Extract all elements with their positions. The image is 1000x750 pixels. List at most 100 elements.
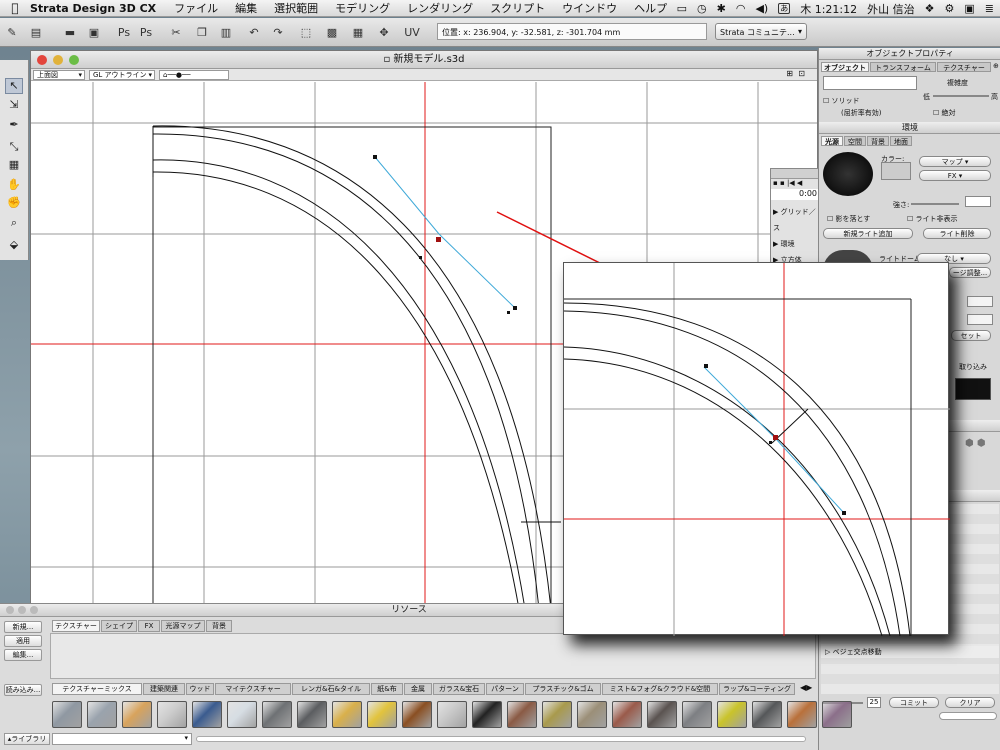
- cube-icon[interactable]: ⬢ ⬢: [965, 438, 986, 449]
- texture-swatch-gold-plate[interactable]: [332, 701, 362, 728]
- pen-tool-icon[interactable]: ✒: [5, 118, 23, 134]
- image-adjust-button[interactable]: ージ調整...: [949, 267, 991, 278]
- value-field-1[interactable]: [967, 296, 993, 307]
- color-swatch[interactable]: [881, 162, 911, 180]
- bluetooth-icon[interactable]: ✱: [717, 2, 726, 15]
- menu-rendering[interactable]: レンダリング: [407, 0, 473, 16]
- grid-toggle-icon[interactable]: ⊡: [798, 69, 805, 78]
- category-glass-gem[interactable]: ガラス&宝石: [433, 683, 485, 695]
- grid-tool-icon[interactable]: ▦: [5, 158, 23, 174]
- delete-light-button[interactable]: ライト削除: [923, 228, 991, 239]
- intensity-slider[interactable]: [911, 203, 959, 205]
- new-button[interactable]: 新規...: [4, 621, 42, 633]
- tab-scroll-icon[interactable]: ◀▶: [800, 683, 812, 692]
- copy-icon[interactable]: ❐: [194, 24, 210, 40]
- menu-modeling[interactable]: モデリング: [335, 0, 390, 16]
- view-toggle-icon[interactable]: ⊞: [786, 69, 793, 78]
- category-wood[interactable]: ウッド: [186, 683, 214, 695]
- texture-swatch-gold[interactable]: [367, 701, 397, 728]
- time-machine-icon[interactable]: ◷: [697, 2, 707, 15]
- tab-background[interactable]: 背景: [867, 136, 889, 146]
- commit-button[interactable]: コミット: [889, 697, 939, 708]
- display-icon[interactable]: ▭: [677, 2, 687, 15]
- input-method-icon[interactable]: あ: [778, 3, 791, 14]
- texture-swatch-dark-cobble[interactable]: [647, 701, 677, 728]
- history-item[interactable]: ▷ ベジェ交点移動: [821, 646, 999, 658]
- close-button[interactable]: [6, 606, 14, 614]
- select-tool-icon[interactable]: ↖: [5, 78, 23, 94]
- texture-swatch-olive-stripes[interactable]: [542, 701, 572, 728]
- texture-swatch-diamond-plate[interactable]: [682, 701, 712, 728]
- volume-icon[interactable]: ◀): [755, 2, 768, 15]
- category-wrap-coating[interactable]: ラップ&コーティング: [719, 683, 795, 695]
- category-plastic-rubber[interactable]: プラスチック&ゴム: [525, 683, 601, 695]
- menu-help[interactable]: ヘルプ: [634, 0, 667, 16]
- bezier-handle-point[interactable]: [373, 155, 377, 159]
- minimize-button[interactable]: [53, 55, 63, 65]
- edit-button[interactable]: 編集...: [4, 649, 42, 661]
- close-button[interactable]: [37, 55, 47, 65]
- apple-icon[interactable]: : [0, 1, 30, 15]
- view-select[interactable]: 上面図 ▾: [33, 70, 85, 80]
- texture-swatch-rust-pattern[interactable]: [402, 701, 432, 728]
- map-select[interactable]: マップ ▾: [919, 156, 991, 167]
- vertex-point[interactable]: [419, 256, 422, 259]
- clear-button[interactable]: クリア: [945, 697, 995, 708]
- object-name-field[interactable]: [823, 76, 917, 90]
- texture-swatch-wood-light[interactable]: [122, 701, 152, 728]
- zoom-tool-icon[interactable]: ⌕: [5, 216, 23, 232]
- rotate-view-icon[interactable]: ✊: [5, 196, 23, 212]
- category-texture-mix[interactable]: テクスチャーミックス: [52, 683, 142, 695]
- tab-transform[interactable]: トランスフォーム: [870, 62, 936, 72]
- add-light-button[interactable]: 新規ライト追加: [823, 228, 913, 239]
- tree-item-grid[interactable]: ▶ グリッド／ス: [773, 204, 817, 236]
- category-brick-stone[interactable]: レンガ&石&タイル: [292, 683, 370, 695]
- tab-texture[interactable]: テクスチャー: [937, 62, 991, 72]
- gear-icon[interactable]: ⚙: [945, 2, 955, 15]
- texture-swatch-silver[interactable]: [437, 701, 467, 728]
- texture-swatch-graphite[interactable]: [297, 701, 327, 728]
- texture-swatch-chrome[interactable]: [227, 701, 257, 728]
- texture-swatch-dark-slate[interactable]: [262, 701, 292, 728]
- category-architecture[interactable]: 建築関連: [143, 683, 185, 695]
- notification-icon[interactable]: ≣: [985, 2, 994, 15]
- solid-checkbox[interactable]: ☐ ソリッド: [823, 96, 860, 106]
- light-sphere-preview[interactable]: [823, 152, 873, 196]
- menu-user[interactable]: 外山 信治: [867, 1, 915, 17]
- cast-shadow-checkbox[interactable]: ☐ 影を落とす: [827, 214, 870, 224]
- tab-light[interactable]: 光源: [821, 136, 843, 146]
- dropbox-icon[interactable]: ❖: [925, 2, 935, 15]
- app-name-menu[interactable]: Strata Design 3D CX: [30, 2, 156, 15]
- app-status-icon[interactable]: ▣: [964, 2, 974, 15]
- bezier-anchor-point[interactable]: [436, 237, 441, 242]
- object-select-icon[interactable]: ⇲: [5, 98, 23, 114]
- photoshop-export-icon[interactable]: Ps: [138, 24, 154, 40]
- open-file-icon[interactable]: ▤: [28, 24, 44, 40]
- tab-ground[interactable]: 地面: [890, 136, 912, 146]
- tab-texture[interactable]: テクスチャー: [52, 620, 100, 632]
- folder-icon[interactable]: ▬: [62, 24, 78, 40]
- hand-tool-icon[interactable]: ✋: [5, 178, 23, 194]
- zoom-button[interactable]: [30, 606, 38, 614]
- texture-swatch-blue-sphere[interactable]: [192, 701, 222, 728]
- category-metal[interactable]: 金属: [404, 683, 432, 695]
- tab-lightmap[interactable]: 光源マップ: [161, 620, 205, 632]
- texture-swatch-dark-plate[interactable]: [752, 701, 782, 728]
- wifi-icon[interactable]: ◠: [736, 2, 746, 15]
- category-pattern[interactable]: パターン: [486, 683, 524, 695]
- texture-swatch-cobblestone[interactable]: [577, 701, 607, 728]
- vertex-point[interactable]: [507, 311, 510, 314]
- community-select[interactable]: Strata コミュニテ... ▾: [715, 23, 807, 40]
- menu-file[interactable]: ファイル: [174, 0, 218, 16]
- menu-script[interactable]: スクリプト: [490, 0, 545, 16]
- texture-swatch-yellow-plastic[interactable]: [717, 701, 747, 728]
- category-mist-fog[interactable]: ミスト&フォグ&クラウド&空間: [602, 683, 718, 695]
- snap-icon[interactable]: ✥: [376, 24, 392, 40]
- absolute-checkbox[interactable]: ☐ 絶対: [933, 108, 956, 118]
- tab-space[interactable]: 空間: [844, 136, 866, 146]
- render-select[interactable]: GL アウトライン ▾: [89, 70, 155, 80]
- photoshop-icon[interactable]: Ps: [116, 24, 132, 40]
- redo-icon[interactable]: ↷: [270, 24, 286, 40]
- category-paper-cloth[interactable]: 紙&布: [371, 683, 403, 695]
- tab-fx[interactable]: FX: [138, 620, 160, 632]
